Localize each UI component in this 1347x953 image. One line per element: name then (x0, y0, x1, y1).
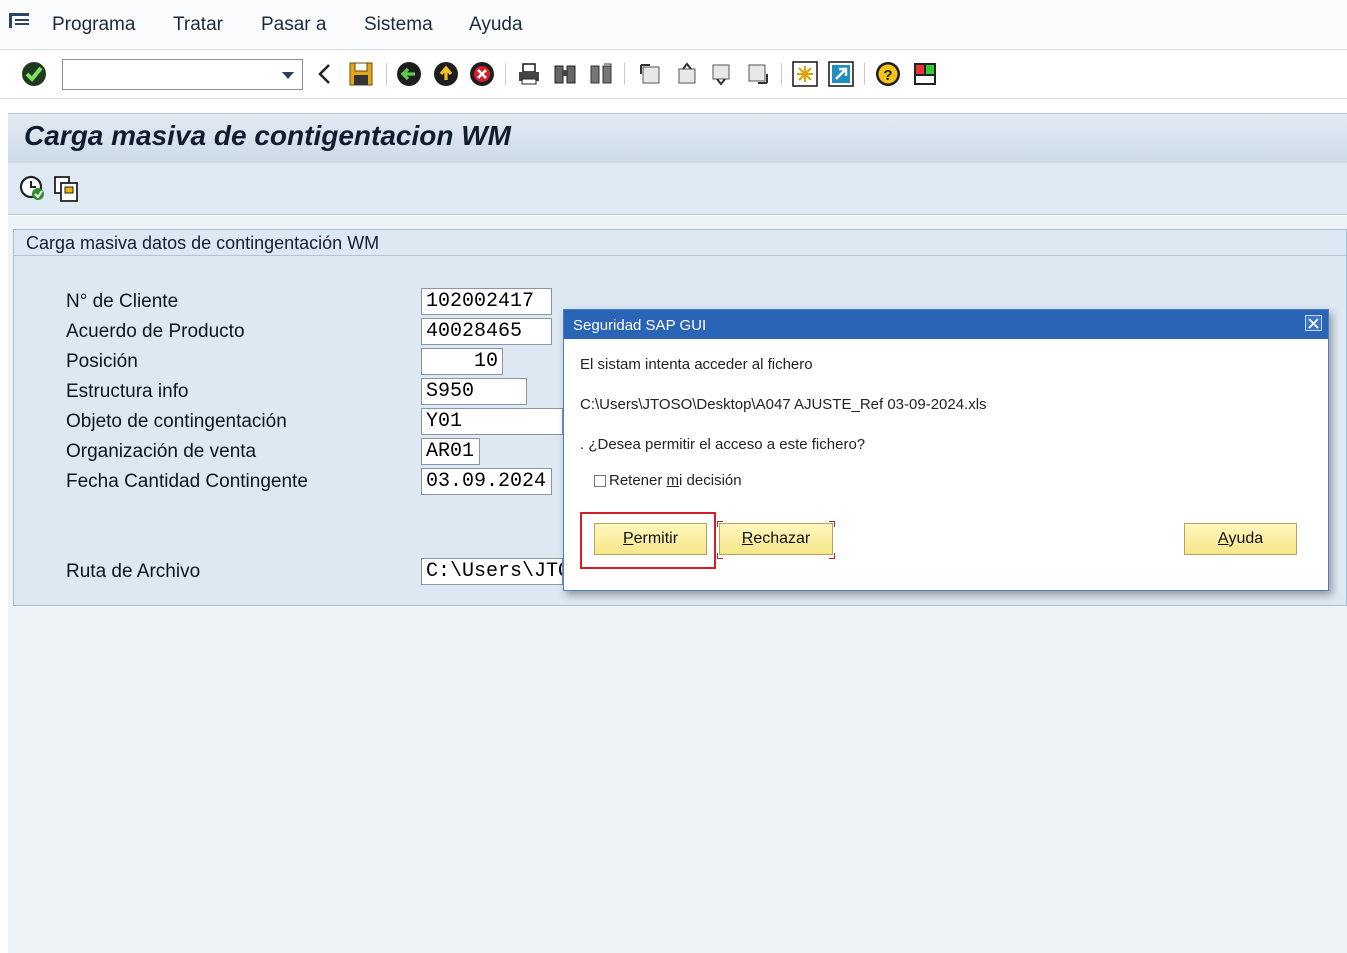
page-title: Carga masiva de contigentacion WM (24, 120, 511, 151)
field-label-acuerdo: Acuerdo de Producto (66, 321, 245, 342)
acuerdo-input[interactable]: 40028465 (421, 318, 552, 345)
title-bar: Carga masiva de contigentacion WM (8, 113, 1347, 163)
shortcut-icon[interactable] (827, 60, 855, 88)
objeto-input[interactable]: Y01 (421, 408, 563, 435)
help-button[interactable]: Ayuda (1184, 523, 1297, 555)
deny-label: echazar (753, 530, 811, 547)
back-icon[interactable] (395, 60, 423, 88)
enter-check-icon[interactable] (20, 60, 48, 88)
organizacion-input[interactable]: AR01 (421, 438, 480, 465)
application-toolbar (8, 163, 1347, 215)
dialog-title: Seguridad SAP GUI (573, 317, 707, 334)
highlight-annotation (580, 512, 716, 569)
cliente-input[interactable]: 102002417 (421, 288, 552, 315)
retain-decision-checkbox[interactable]: Retener mi decisión (594, 472, 742, 489)
help-mnemonic: A (1217, 530, 1229, 547)
command-field[interactable] (62, 59, 303, 90)
exit-icon[interactable] (432, 60, 460, 88)
retain-label-mnemonic: m (666, 472, 680, 489)
back-arrow-icon[interactable] (311, 60, 339, 88)
focus-corner (829, 553, 835, 559)
dialog-file-path: C:\Users\JTOSO\Desktop\A047 AJUSTE_Ref 0… (580, 396, 987, 413)
cancel-icon[interactable] (468, 60, 496, 88)
field-label-organizacion: Organización de venta (66, 441, 257, 462)
checkbox-box[interactable] (594, 474, 606, 487)
ruta-input[interactable]: C:\Users\JTOSO (421, 558, 563, 585)
field-label-fecha: Fecha Cantidad Contingente (66, 471, 308, 492)
last-page-icon[interactable] (744, 60, 772, 88)
focus-corner (717, 521, 723, 527)
dialog-titlebar: Seguridad SAP GUI (564, 310, 1328, 339)
previous-page-icon[interactable] (672, 60, 700, 88)
field-label-estructura: Estructura info (66, 381, 189, 402)
menu-toggle-icon[interactable] (8, 11, 32, 31)
group-header: Carga masiva datos de contingentación WM (14, 230, 1346, 256)
menu-ayuda[interactable]: Ayuda (469, 14, 523, 36)
menu-programa[interactable]: Programa (52, 14, 135, 36)
new-session-icon[interactable] (791, 60, 819, 88)
find-next-icon[interactable] (587, 60, 615, 88)
save-icon[interactable] (347, 60, 375, 88)
menu-sistema[interactable]: Sistema (364, 14, 433, 36)
execute-icon[interactable] (19, 175, 47, 203)
variants-icon[interactable] (53, 175, 81, 203)
retain-label-part2: i decisión (679, 472, 742, 489)
dialog-message: El sistam intenta acceder al fichero (580, 356, 813, 373)
menu-bar: Programa Tratar Pasar a Sistema Ayuda (0, 0, 1347, 50)
help-label: yuda (1228, 530, 1264, 547)
dialog-question: . ¿Desea permitir el acceso a este fiche… (580, 436, 866, 453)
next-page-icon[interactable] (708, 60, 736, 88)
field-label-ruta: Ruta de Archivo (66, 561, 201, 582)
standard-toolbar: ? (0, 51, 1347, 99)
help-icon[interactable]: ? (874, 60, 902, 88)
menu-tratar[interactable]: Tratar (173, 14, 223, 36)
focus-corner (829, 521, 835, 527)
field-label-posicion: Posición (66, 351, 138, 372)
field-label-cliente: N° de Cliente (66, 291, 179, 312)
menu-pasar-a[interactable]: Pasar a (261, 14, 326, 36)
svg-text:?: ? (883, 67, 892, 84)
layout-icon[interactable] (911, 60, 939, 88)
first-page-icon[interactable] (636, 60, 664, 88)
posicion-input[interactable]: 10 (421, 348, 503, 375)
command-input[interactable] (63, 60, 273, 89)
field-label-objeto: Objeto de contingentación (66, 411, 287, 432)
deny-mnemonic: R (741, 530, 754, 547)
focus-corner (717, 553, 723, 559)
fecha-input[interactable]: 03.09.2024 (421, 468, 552, 495)
find-icon[interactable] (551, 60, 579, 88)
retain-label-part1: Retener (609, 472, 667, 489)
estructura-input[interactable]: S950 (421, 378, 527, 405)
print-icon[interactable] (515, 60, 543, 88)
close-icon[interactable] (1305, 315, 1322, 331)
group-title: Carga masiva datos de contingentación WM (26, 233, 380, 253)
chevron-down-icon[interactable] (282, 72, 294, 79)
deny-button[interactable]: Rechazar (719, 523, 833, 555)
